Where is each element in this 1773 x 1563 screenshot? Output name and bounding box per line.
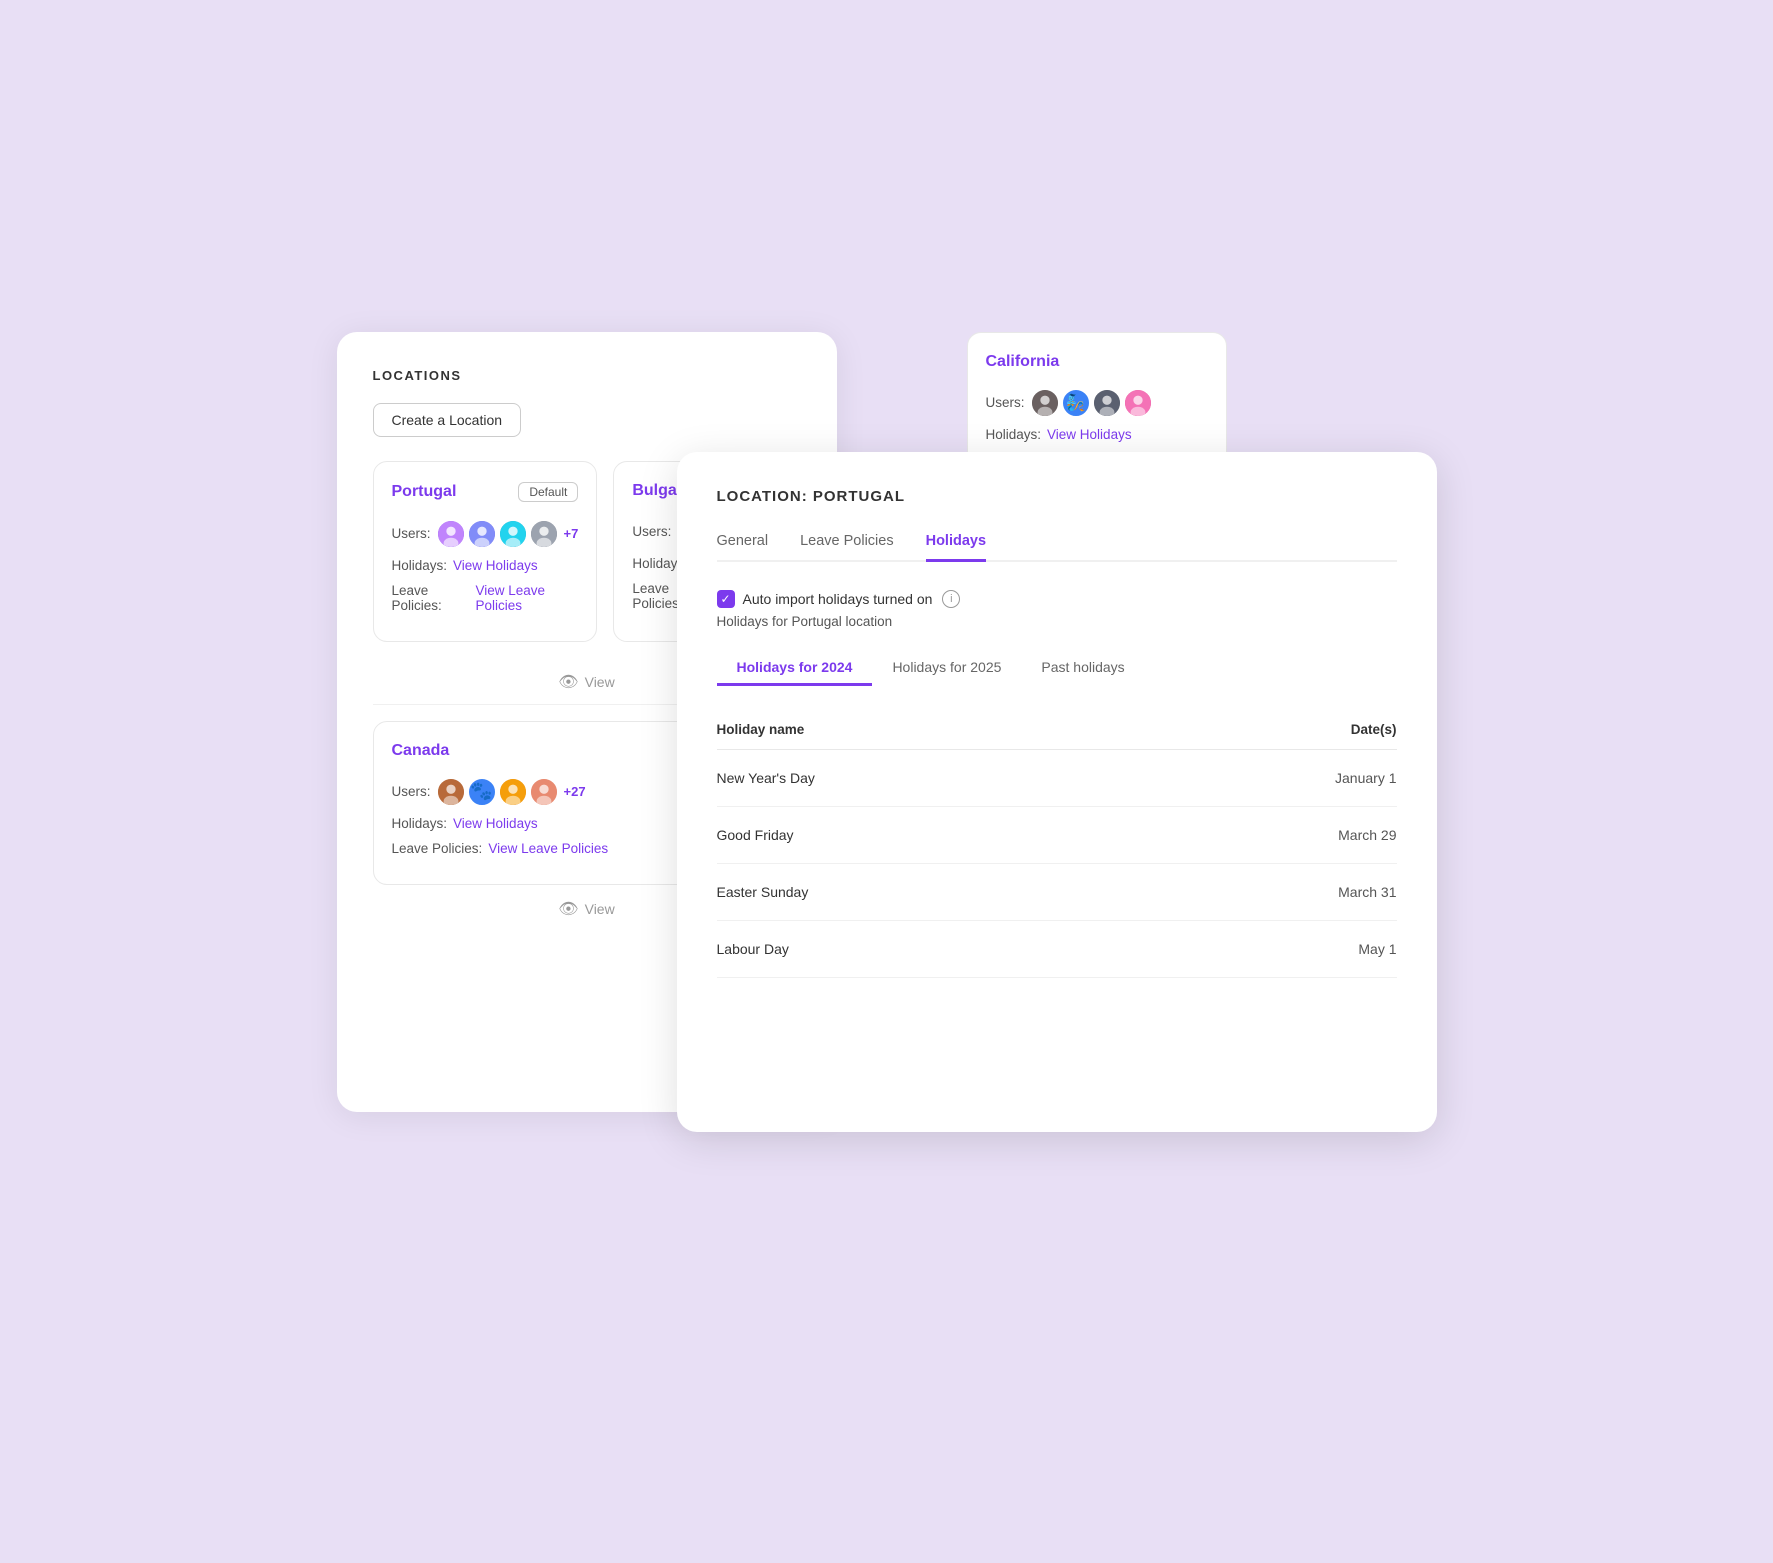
year-tab-2024[interactable]: Holidays for 2024 <box>717 651 873 686</box>
holiday-name: New Year's Day <box>717 749 1135 806</box>
avatar <box>1031 389 1059 417</box>
location-name-canada: Canada <box>392 742 450 760</box>
avatar <box>437 520 465 548</box>
portugal-leave-row: Leave Policies: View Leave Policies <box>392 583 579 613</box>
avatar <box>530 520 558 548</box>
california-holidays-row: Holidays: View Holidays <box>986 427 1208 442</box>
avatar <box>499 778 527 806</box>
locations-title: LOCATIONS <box>373 368 801 383</box>
table-row: Easter Sunday March 31 <box>717 863 1397 920</box>
canada-user-count: +27 <box>564 784 586 799</box>
eye-icon: 👁 <box>558 672 578 692</box>
location-sub: Holidays for Portugal location <box>717 614 1397 629</box>
avatar <box>499 520 527 548</box>
holiday-date: May 1 <box>1135 920 1397 977</box>
portugal-user-count: +7 <box>564 526 579 541</box>
year-tab-2025[interactable]: Holidays for 2025 <box>872 651 1021 686</box>
california-view-holidays-link[interactable]: View Holidays <box>1047 427 1132 442</box>
avatar <box>1124 389 1152 417</box>
avatar <box>530 778 558 806</box>
location-card-portugal: Portugal Default Users: <box>373 461 598 642</box>
holiday-table: Holiday name Date(s) New Year's Day Janu… <box>717 710 1397 978</box>
table-row: Good Friday March 29 <box>717 806 1397 863</box>
avatar <box>1093 389 1121 417</box>
tab-leave-policies[interactable]: Leave Policies <box>800 533 894 562</box>
default-badge-portugal: Default <box>518 482 578 502</box>
detail-tabs: General Leave Policies Holidays <box>717 533 1397 562</box>
col-dates: Date(s) <box>1135 710 1397 750</box>
table-row: New Year's Day January 1 <box>717 749 1397 806</box>
holiday-date: March 31 <box>1135 863 1397 920</box>
avatar: 🐾 <box>468 778 496 806</box>
portugal-holidays-row: Holidays: View Holidays <box>392 558 579 573</box>
location-name-california: California <box>986 353 1060 371</box>
tab-general[interactable]: General <box>717 533 769 562</box>
col-holiday-name: Holiday name <box>717 710 1135 750</box>
canada-view-holidays-link[interactable]: View Holidays <box>453 816 538 831</box>
california-users-row: Users: 🧞 <box>986 389 1208 417</box>
year-tabs: Holidays for 2024 Holidays for 2025 Past… <box>717 651 1397 686</box>
holiday-date: January 1 <box>1135 749 1397 806</box>
holiday-date: March 29 <box>1135 806 1397 863</box>
tab-holidays[interactable]: Holidays <box>926 533 986 562</box>
avatar <box>468 520 496 548</box>
location-name-portugal: Portugal <box>392 483 457 501</box>
canada-view-leave-link[interactable]: View Leave Policies <box>488 841 608 856</box>
auto-import-row: ✓ Auto import holidays turned on i <box>717 590 1397 608</box>
canada-avatars: 🐾 <box>437 778 586 806</box>
portugal-view-leave-link[interactable]: View Leave Policies <box>475 583 578 613</box>
info-icon: i <box>942 590 960 608</box>
portugal-avatars: +7 <box>437 520 579 548</box>
detail-panel: LOCATION: PORTUGAL General Leave Policie… <box>677 452 1437 1132</box>
year-tab-past[interactable]: Past holidays <box>1021 651 1144 686</box>
holiday-name: Easter Sunday <box>717 863 1135 920</box>
portugal-users-row: Users: <box>392 520 579 548</box>
avatar-smurf: 🧞 <box>1062 389 1090 417</box>
holiday-name: Good Friday <box>717 806 1135 863</box>
auto-import-checkbox[interactable]: ✓ <box>717 590 735 608</box>
holiday-name: Labour Day <box>717 920 1135 977</box>
auto-import-label: Auto import holidays turned on <box>743 591 933 607</box>
portugal-view-holidays-link[interactable]: View Holidays <box>453 558 538 573</box>
table-row: Labour Day May 1 <box>717 920 1397 977</box>
detail-panel-title: LOCATION: PORTUGAL <box>717 488 1397 505</box>
create-location-button[interactable]: Create a Location <box>373 403 522 437</box>
california-avatars: 🧞 <box>1031 389 1152 417</box>
eye-icon-2: 👁 <box>558 899 578 919</box>
avatar <box>437 778 465 806</box>
